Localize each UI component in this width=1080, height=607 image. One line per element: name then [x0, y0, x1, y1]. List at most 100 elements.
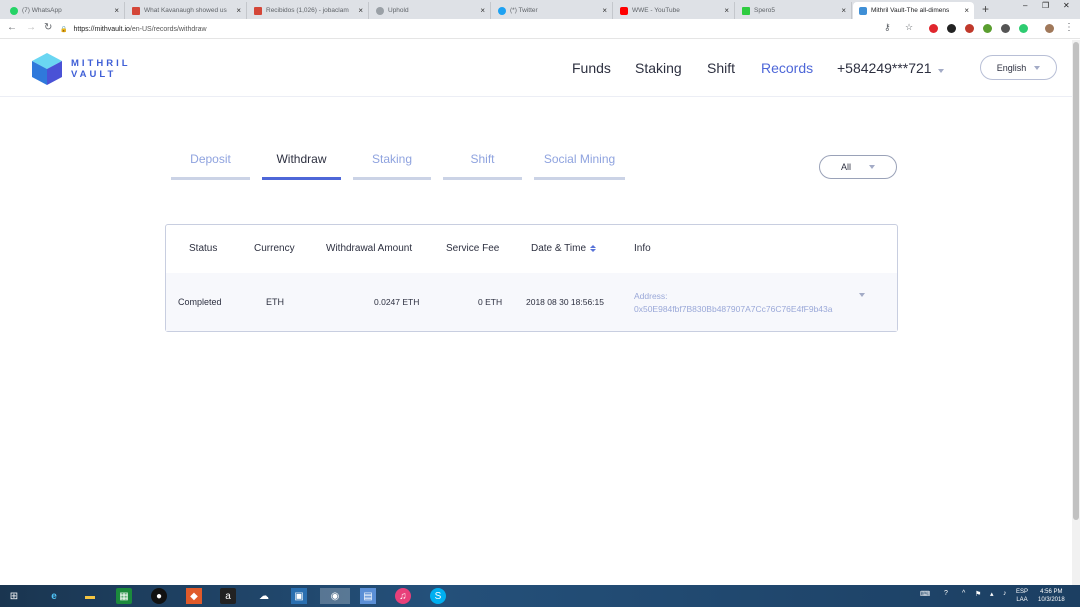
store-icon[interactable]: ▦: [116, 588, 132, 604]
row-currency: ETH: [266, 297, 284, 307]
browser-tab-uphold[interactable]: Uphold ×: [370, 2, 491, 19]
gmail-icon: [132, 6, 140, 15]
tab-social-mining[interactable]: Social Mining: [534, 152, 625, 180]
extension-icon[interactable]: [947, 24, 956, 33]
nav-records[interactable]: Records: [761, 60, 813, 76]
app-icon[interactable]: ◆: [186, 588, 202, 604]
cube-logo-icon: [32, 53, 62, 85]
row-withdrawal-amount: 0.0247 ETH: [374, 297, 420, 307]
chevron-down-icon: [937, 69, 944, 73]
browser-tab-youtube[interactable]: WWE - YouTube ×: [614, 2, 735, 19]
internet-explorer-icon[interactable]: e: [46, 588, 62, 604]
column-header-status: Status: [189, 243, 218, 254]
browser-tab-strip: (7) WhatsApp × What Kavanaugh showed us …: [0, 0, 1080, 19]
chrome-icon[interactable]: ◉: [320, 588, 350, 604]
back-arrow-icon[interactable]: ←: [7, 22, 17, 33]
browser-menu-icon[interactable]: ⋮: [1064, 22, 1074, 33]
window-close-icon[interactable]: ✕: [1063, 1, 1070, 10]
reload-icon[interactable]: ↻: [44, 22, 52, 33]
calculator-icon[interactable]: ▤: [360, 588, 376, 604]
close-tab-icon[interactable]: ×: [602, 6, 607, 15]
extension-icon[interactable]: [1001, 24, 1010, 33]
site-header: MITHRIL VAULT Funds Staking Shift Record…: [0, 40, 1072, 97]
row-status: Completed: [178, 297, 222, 307]
uphold-icon: [376, 6, 384, 15]
help-icon[interactable]: ?: [944, 590, 948, 597]
restore-icon[interactable]: ❐: [1042, 1, 1049, 10]
browser-tab-twitter[interactable]: (*) Twitter ×: [492, 2, 613, 19]
new-tab-button[interactable]: +: [982, 2, 989, 16]
chevron-down-icon: [1034, 65, 1041, 70]
chevron-down-icon: [869, 165, 875, 169]
onedrive-icon[interactable]: ☁: [256, 588, 272, 604]
close-tab-icon[interactable]: ×: [236, 6, 241, 15]
tab-deposit[interactable]: Deposit: [171, 152, 250, 180]
browser-tab-whatsapp[interactable]: (7) WhatsApp ×: [4, 2, 125, 19]
account-menu[interactable]: +584249***721: [837, 60, 944, 76]
forward-arrow-icon[interactable]: →: [26, 22, 36, 33]
close-tab-icon[interactable]: ×: [480, 6, 485, 15]
browser-tab-spero5[interactable]: Spero5 ×: [736, 2, 852, 19]
spero5-icon: [742, 6, 750, 15]
address-bar[interactable]: 🔒 https://mithvault.io/en-US/records/wit…: [60, 22, 920, 36]
browser-tab-gmail-article[interactable]: What Kavanaugh showed us ×: [126, 2, 247, 19]
lock-icon: 🔒: [60, 26, 68, 33]
nav-shift[interactable]: Shift: [707, 60, 735, 76]
tray-expand-icon[interactable]: ^: [962, 590, 965, 597]
nav-staking[interactable]: Staking: [635, 60, 682, 76]
row-info: Address: 0x50E984fbf7B830Bb487907A7Cc76C…: [634, 291, 833, 314]
browser-tab-mithril-vault[interactable]: Mithril Vault-The all-dimens ×: [853, 2, 974, 19]
page-scrollbar-thumb[interactable]: [1073, 42, 1079, 520]
bookmark-star-icon[interactable]: ☆: [905, 22, 913, 33]
withdraw-address: 0x50E984fbf7B830Bb487907A7Cc76C76E4fF9b4…: [634, 304, 833, 314]
windows-taskbar: ⊞ e ▬ ▦ ● ◆ a ☁ ▣ ◉ ▤ ♫ S ⌨ ? ^ ⚑ ▴ ♪ ES…: [0, 585, 1080, 607]
app-icon[interactable]: ▣: [291, 588, 307, 604]
input-language-indicator[interactable]: ESP LAA: [1016, 588, 1028, 604]
download-extension-icon[interactable]: [983, 24, 992, 33]
tab-staking[interactable]: Staking: [353, 152, 431, 180]
language-select[interactable]: English: [980, 55, 1057, 80]
system-clock[interactable]: 4:56 PM 10/3/2018: [1038, 588, 1065, 604]
amazon-icon[interactable]: a: [220, 588, 236, 604]
windows-start-icon[interactable]: ⊞: [6, 588, 22, 604]
app-icon[interactable]: ●: [151, 588, 167, 604]
extension-icon[interactable]: [965, 24, 974, 33]
column-header-currency: Currency: [254, 243, 295, 254]
whatsapp-icon: [10, 6, 18, 15]
close-tab-icon[interactable]: ×: [724, 6, 729, 15]
column-header-withdrawal-amount: Withdrawal Amount: [326, 243, 413, 254]
skype-icon[interactable]: S: [430, 588, 446, 604]
opera-extension-icon[interactable]: [929, 24, 938, 33]
withdraw-records-table: Status Currency Withdrawal Amount Servic…: [165, 224, 898, 332]
tab-withdraw[interactable]: Withdraw: [262, 152, 341, 180]
close-tab-icon[interactable]: ×: [964, 6, 969, 15]
mithril-vault-logo[interactable]: MITHRIL VAULT: [30, 52, 131, 86]
minimize-icon[interactable]: –: [1023, 1, 1027, 10]
key-icon[interactable]: ⚷: [884, 22, 891, 33]
itunes-icon[interactable]: ♫: [395, 588, 411, 604]
close-tab-icon[interactable]: ×: [358, 6, 363, 15]
extension-icon[interactable]: [1019, 24, 1028, 33]
browser-tab-gmail-inbox[interactable]: Recibidos (1,026) - jobaclam ×: [248, 2, 369, 19]
column-header-date-time[interactable]: Date & Time: [531, 243, 597, 254]
wifi-icon[interactable]: ▴: [990, 590, 994, 598]
table-row: Completed ETH 0.0247 ETH 0 ETH 2018 08 3…: [166, 273, 897, 331]
keyboard-icon[interactable]: ⌨: [920, 590, 930, 598]
sort-icon[interactable]: [590, 244, 597, 252]
close-tab-icon[interactable]: ×: [841, 6, 846, 15]
expand-row-icon[interactable]: [859, 293, 865, 297]
gmail-icon: [254, 6, 262, 15]
network-icon[interactable]: ⚑: [975, 590, 981, 598]
volume-icon[interactable]: ♪: [1003, 590, 1007, 597]
record-filter-select[interactable]: All: [819, 155, 897, 179]
row-service-fee: 0 ETH: [478, 297, 503, 307]
row-date-time: 2018 08 30 18:56:15: [526, 297, 604, 307]
close-tab-icon[interactable]: ×: [114, 6, 119, 15]
browser-toolbar: ← → ↻ 🔒 https://mithvault.io/en-US/recor…: [0, 19, 1080, 39]
nav-funds[interactable]: Funds: [572, 60, 611, 76]
profile-avatar[interactable]: [1045, 24, 1054, 33]
file-explorer-icon[interactable]: ▬: [82, 588, 98, 604]
column-header-service-fee: Service Fee: [446, 243, 500, 254]
mithril-vault-favicon-icon: [859, 6, 867, 15]
tab-shift[interactable]: Shift: [443, 152, 522, 180]
